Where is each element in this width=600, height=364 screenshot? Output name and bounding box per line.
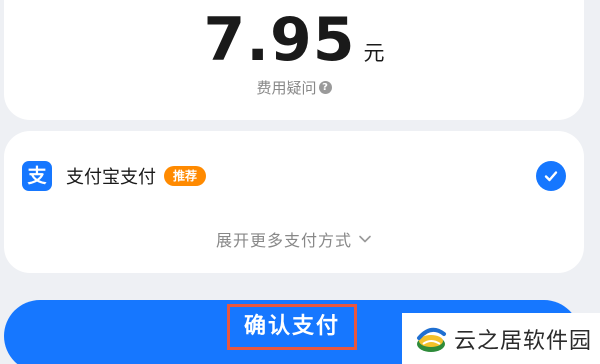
chevron-down-icon xyxy=(358,234,372,244)
payment-method-label: 支付宝支付 xyxy=(66,167,156,188)
watermark-text: 云之居软件园 xyxy=(454,328,593,354)
amount-display: 7.95 元 xyxy=(4,0,584,70)
alipay-icon: 支 xyxy=(22,161,52,191)
amount-unit: 元 xyxy=(363,41,385,65)
amount-card: 7.95 元 费用疑问 ? xyxy=(4,0,584,120)
payment-method-alipay[interactable]: 支 支付宝支付 推荐 xyxy=(22,159,566,193)
payment-method-card: 支 支付宝支付 推荐 展开更多支付方式 xyxy=(4,131,584,273)
question-circle-icon: ? xyxy=(318,81,332,94)
confirm-payment-label: 确认支付 xyxy=(226,304,357,350)
watermark-logo-icon xyxy=(417,327,446,352)
amount-value: 7.95 xyxy=(203,5,356,75)
fee-question-link[interactable]: 费用疑问 ? xyxy=(4,77,584,98)
recommend-badge: 推荐 xyxy=(164,166,207,186)
payment-screen: 7.95 元 费用疑问 ? 支 支付宝支付 推荐 展开更多支付方式 确认支付 云… xyxy=(0,0,600,364)
expand-payment-methods-label: 展开更多支付方式 xyxy=(215,231,352,250)
checkmark-icon[interactable] xyxy=(536,161,566,191)
watermark: 云之居软件园 xyxy=(402,313,600,364)
expand-payment-methods[interactable]: 展开更多支付方式 xyxy=(4,227,584,251)
fee-question-label: 费用疑问 xyxy=(256,79,317,97)
